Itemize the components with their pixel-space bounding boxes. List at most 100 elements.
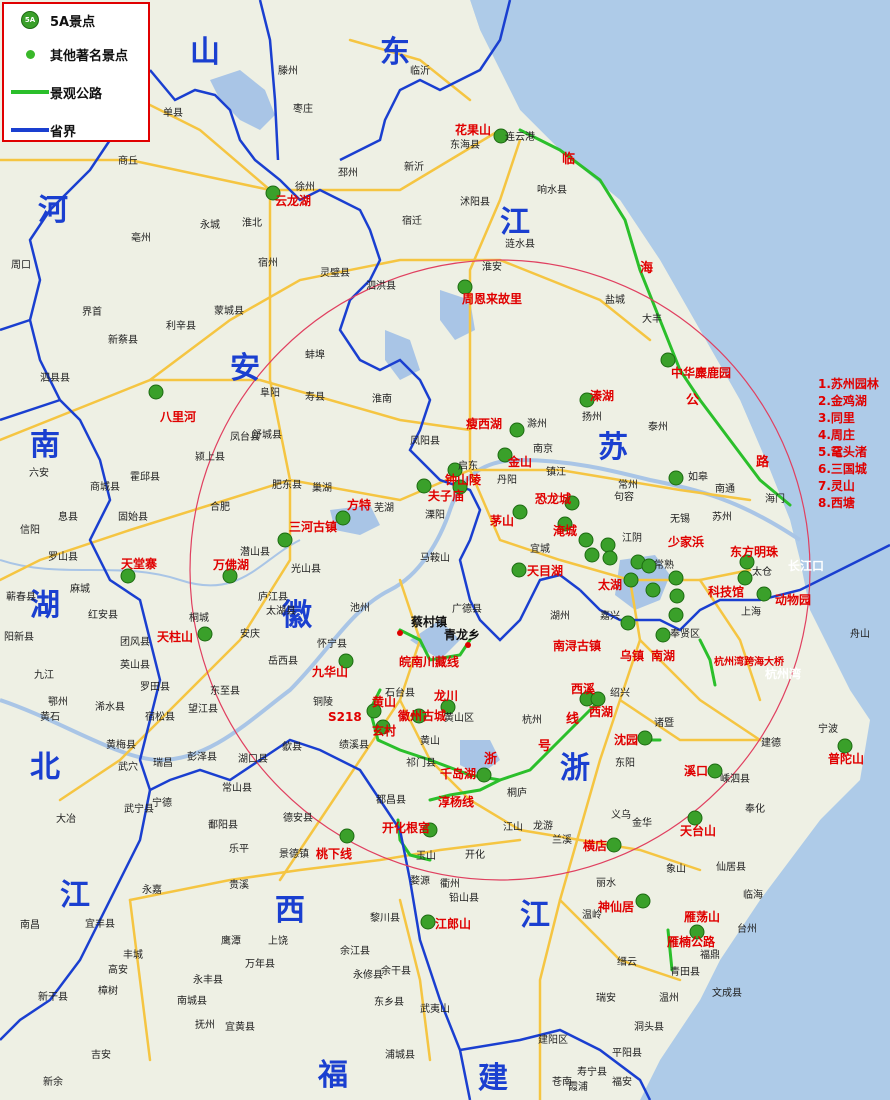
province-label: 建 <box>478 1061 508 1096</box>
city-label: 嘉兴 <box>600 609 620 622</box>
province-label: 苏 <box>598 430 628 465</box>
scenic-label: 八里河 <box>159 409 196 424</box>
city-label: 蒙城县 <box>214 304 244 317</box>
city-label: 启东 <box>458 459 478 472</box>
list-item: 1.苏州园林 <box>818 377 879 391</box>
scenic-label: 雁楠公路 <box>667 934 716 949</box>
province-label: 福 <box>317 1058 348 1093</box>
5a-icon: 5A <box>21 11 39 29</box>
city-label: 诸暨 <box>654 717 674 729</box>
scenic-label: 淳杨线 <box>438 794 474 809</box>
city-label: 庐江县 <box>258 590 288 603</box>
city-label: 瑞安 <box>596 991 616 1004</box>
city-label: 利辛县 <box>166 319 196 332</box>
province-label: 浙 <box>560 751 590 786</box>
legend-item-dot: 其他著名景点 <box>10 42 128 66</box>
city-label: 福鼎 <box>700 948 720 961</box>
city-label: 蚌埠 <box>305 348 325 361</box>
city-label: 泗洪县 <box>366 280 396 292</box>
province-label: 南 <box>30 428 60 463</box>
legend: 5A 5A景点 其他著名景点 景观公路 省界 <box>2 2 150 142</box>
map-canvas: 山 东 河 南 安 徽 湖 北 江 西 福 建 江 苏 浙 江 花果山 云龙湖 … <box>0 0 890 1100</box>
city-label: 祁门县 <box>406 756 436 769</box>
scenic-label: S218 <box>328 710 362 724</box>
city-label: 无锡 <box>670 512 690 525</box>
city-label: 红安县 <box>88 608 118 621</box>
scenic-label: 沈园 <box>614 732 638 747</box>
scenic-label: 茅山 <box>490 513 514 528</box>
city-label: 景德镇 <box>279 847 309 860</box>
city-label: 桐城 <box>189 611 209 624</box>
city-label: 黄山 <box>420 734 440 747</box>
city-label: 都昌县 <box>376 794 406 806</box>
city-label: 武夷山 <box>420 1002 450 1015</box>
city-label: 扬州 <box>582 410 602 423</box>
scenic-label: 天目湖 <box>527 563 563 578</box>
city-label: 镇江 <box>546 465 566 478</box>
city-label: 丹阳 <box>497 474 517 486</box>
city-label: 商丘 <box>118 154 138 167</box>
city-label: 平阳县 <box>612 1047 642 1059</box>
city-label: 常熟 <box>654 558 674 571</box>
city-label: 黎川县 <box>370 911 400 924</box>
city-label: 彭泽县 <box>187 750 217 763</box>
scenic-label: 千岛湖 <box>440 766 476 781</box>
city-label: 蕲春县 <box>6 591 36 603</box>
city-label: 太仓 <box>752 565 772 578</box>
city-label: 泗县县 <box>40 372 70 384</box>
scenic-label: 夫子庙 <box>427 488 464 503</box>
city-label: 南通 <box>715 482 735 495</box>
legend-label: 5A景点 <box>50 14 96 30</box>
city-label: 临沂 <box>410 64 430 77</box>
list-item: 3.同里 <box>818 411 855 425</box>
road-label: 浙 <box>484 751 497 767</box>
city-label: 宜黄县 <box>225 1020 255 1033</box>
legend-item-5a: 5A 5A景点 <box>10 8 95 32</box>
city-label: 常州 <box>618 478 638 491</box>
green-line-icon <box>11 90 49 94</box>
city-label: 丰城 <box>123 948 143 961</box>
city-label: 常山县 <box>222 781 252 794</box>
city-label: 开化 <box>465 848 485 861</box>
city-label: 东乡县 <box>374 995 404 1008</box>
numbered-attractions-list: 1.苏州园林 2.金鸡湖 3.同里 4.周庄 5.鼋头渚 6.三国城 7.灵山 … <box>818 376 879 512</box>
city-label: 建德 <box>761 736 781 749</box>
city-label: 界首 <box>82 305 102 318</box>
city-label: 余江县 <box>340 944 370 957</box>
city-label: 东海县 <box>450 138 480 151</box>
city-label: 永嘉 <box>142 883 162 896</box>
city-label: 南城县 <box>177 994 207 1007</box>
city-label: 婺源 <box>410 874 430 887</box>
city-label: 上饶 <box>268 934 288 947</box>
scenic-label: 淹城 <box>553 523 577 538</box>
scenic-label: 神仙居 <box>598 899 634 914</box>
city-label: 连云港 <box>505 130 535 143</box>
scenic-label: 云龙湖 <box>275 193 311 208</box>
province-label: 江 <box>500 205 530 240</box>
scenic-label: 西溪 <box>571 681 596 696</box>
city-label: 青田县 <box>670 965 700 978</box>
city-label: 盐城 <box>605 293 625 306</box>
city-label: 福安 <box>612 1075 632 1088</box>
city-label: 铜陵 <box>313 696 333 708</box>
city-label: 寿县 <box>305 390 325 403</box>
city-label: 南昌 <box>20 918 40 931</box>
road-label: 线 <box>566 711 579 727</box>
scenic-label: 皖南川藏线 <box>399 654 459 669</box>
city-label: 周口 <box>11 259 31 271</box>
city-label: 歙县 <box>282 740 302 753</box>
list-item: 7.灵山 <box>818 479 855 493</box>
city-label: 响水县 <box>537 183 567 196</box>
city-label: 台州 <box>737 922 757 935</box>
scenic-label: 三河古镇 <box>289 519 337 534</box>
city-label: 南京 <box>533 442 553 455</box>
road-label: 号 <box>538 739 551 754</box>
scenic-label: 杭州湾 <box>765 666 801 681</box>
city-label: 海门 <box>765 492 785 505</box>
list-item: 8.西塘 <box>818 496 855 510</box>
city-label: 阜阳 <box>260 386 280 399</box>
road-label: 临 <box>562 151 575 167</box>
city-label: 溧阳 <box>425 508 445 521</box>
scenic-label: 瘦西湖 <box>466 416 502 431</box>
city-label: 大冶 <box>56 812 76 825</box>
